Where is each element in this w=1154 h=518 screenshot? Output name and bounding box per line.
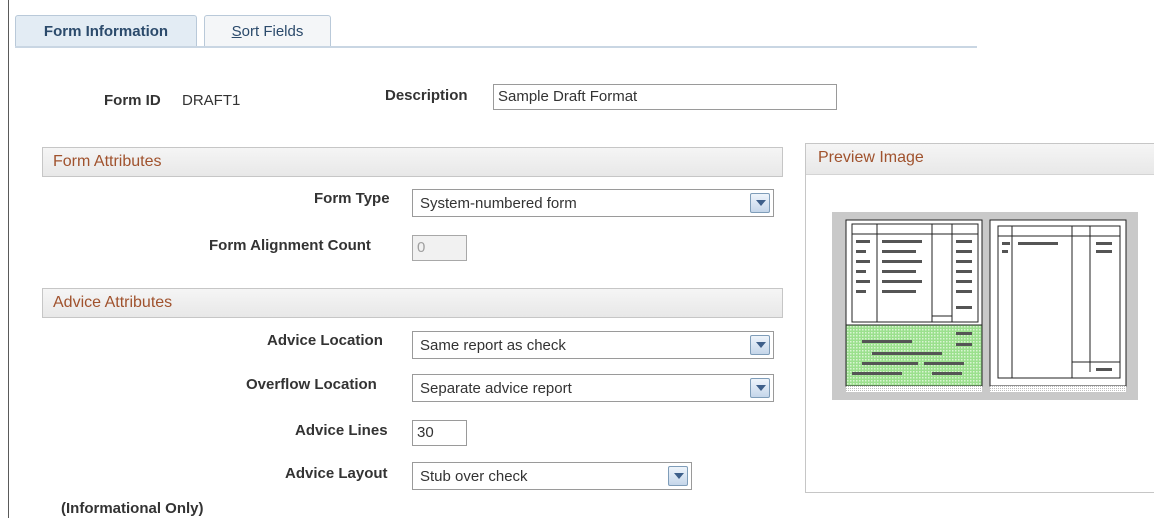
tab-sort-fields[interactable]: Sort Fields (204, 15, 331, 47)
left-border (8, 0, 9, 518)
form-id-label: Form ID (104, 92, 161, 109)
description-input-value: Sample Draft Format (498, 88, 638, 105)
form-alignment-count-label: Form Alignment Count (209, 237, 371, 254)
form-attributes-header: Form Attributes (42, 147, 783, 177)
advice-lines-value: 30 (417, 424, 434, 441)
advice-layout-select[interactable]: Stub over check (412, 462, 692, 490)
advice-location-value: Same report as check (420, 337, 566, 354)
chevron-down-icon[interactable] (750, 335, 770, 355)
overflow-location-select[interactable]: Separate advice report (412, 374, 774, 402)
chevron-down-icon[interactable] (750, 193, 770, 213)
preview-image-header: Preview Image (806, 144, 1154, 175)
tab-underline (197, 46, 977, 48)
preview-image-title: Preview Image (818, 149, 924, 166)
form-alignment-count-input: 0 (412, 235, 467, 261)
form-alignment-count-value: 0 (417, 239, 426, 256)
tab-sort-fields-label: Sort Fields (231, 23, 304, 40)
form-type-value: System-numbered form (420, 195, 577, 212)
advice-location-label: Advice Location (267, 332, 383, 349)
advice-lines-label: Advice Lines (295, 422, 388, 439)
informational-only-label: (Informational Only) (61, 500, 204, 517)
overflow-location-value: Separate advice report (420, 380, 572, 397)
check-layout-preview-image (832, 212, 1138, 400)
advice-layout-label: Advice Layout (285, 465, 388, 482)
form-type-select[interactable]: System-numbered form (412, 189, 774, 217)
chevron-down-icon[interactable] (750, 378, 770, 398)
form-id-value: DRAFT1 (182, 92, 241, 109)
description-input[interactable]: Sample Draft Format (493, 84, 837, 110)
advice-attributes-header: Advice Attributes (42, 288, 783, 318)
description-label: Description (385, 87, 468, 104)
tab-underline-active (15, 46, 197, 48)
advice-attributes-title: Advice Attributes (53, 294, 173, 311)
tab-form-information-label: Form Information (43, 23, 169, 40)
advice-location-select[interactable]: Same report as check (412, 331, 774, 359)
tab-form-information[interactable]: Form Information (15, 15, 197, 47)
form-attributes-title: Form Attributes (53, 153, 162, 170)
advice-lines-input[interactable]: 30 (412, 420, 467, 446)
form-type-label: Form Type (314, 190, 390, 207)
preview-image-panel: Preview Image (805, 143, 1154, 493)
chevron-down-icon[interactable] (668, 466, 688, 486)
advice-layout-value: Stub over check (420, 468, 528, 485)
overflow-location-label: Overflow Location (246, 376, 377, 393)
